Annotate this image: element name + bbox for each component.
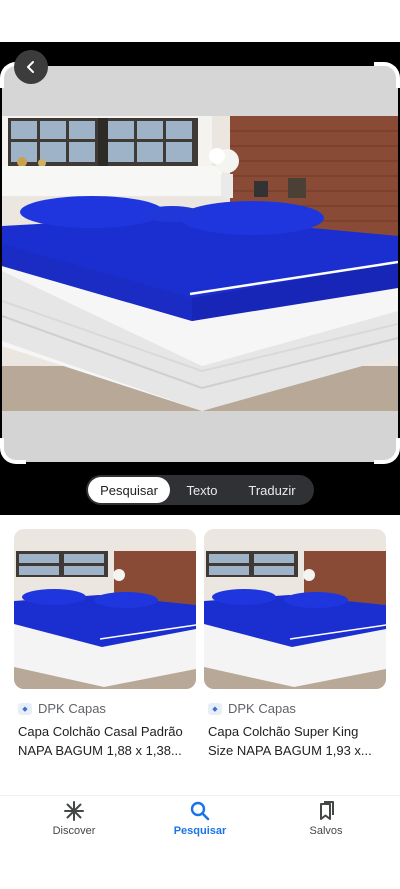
bed-photo bbox=[2, 66, 398, 462]
nav-label: Discover bbox=[52, 825, 96, 837]
bottom-navigation: Discover Pesquisar Salvos bbox=[0, 795, 400, 853]
visual-matches: ◆ DPK Capas Capa Colchão Casal Padrão NA… bbox=[0, 515, 400, 795]
result-thumbnail[interactable] bbox=[14, 529, 196, 689]
asterisk-icon bbox=[64, 801, 84, 821]
search-icon bbox=[190, 801, 210, 821]
site-favicon-icon: ◆ bbox=[208, 702, 222, 715]
source-name: DPK Capas bbox=[228, 701, 296, 716]
tab-pesquisar[interactable]: Pesquisar bbox=[88, 477, 170, 503]
mode-selector: Pesquisar Texto Traduzir bbox=[86, 475, 314, 505]
chevron-left-icon bbox=[27, 61, 34, 73]
result-source: ◆ DPK Capas bbox=[18, 701, 196, 716]
result-title[interactable]: Capa Colchão Super King Size NAPA BAGUM … bbox=[208, 722, 386, 760]
site-favicon-icon: ◆ bbox=[18, 702, 32, 715]
result-title[interactable]: Capa Colchão Casal Padrão NAPA BAGUM 1,8… bbox=[18, 722, 196, 760]
system-gesture-bar bbox=[0, 853, 400, 889]
bed-thumbnail bbox=[204, 529, 386, 689]
result-card[interactable]: ◆ DPK Capas Capa Colchão Casal Padrão NA… bbox=[14, 529, 196, 760]
result-card[interactable]: ◆ DPK Capas Capa Colchão Super King Size… bbox=[204, 529, 386, 760]
result-thumbnail[interactable] bbox=[204, 529, 386, 689]
nav-label: Salvos bbox=[309, 825, 343, 837]
bookmarks-icon bbox=[320, 801, 334, 820]
nav-salvos[interactable]: Salvos bbox=[276, 800, 376, 837]
back-button[interactable] bbox=[14, 50, 48, 84]
result-source: ◆ DPK Capas bbox=[208, 701, 386, 716]
tab-traduzir[interactable]: Traduzir bbox=[234, 477, 310, 503]
bed-thumbnail bbox=[14, 529, 196, 689]
nav-pesquisar[interactable]: Pesquisar bbox=[150, 800, 250, 837]
nav-label: Pesquisar bbox=[173, 825, 227, 837]
selected-image[interactable] bbox=[2, 66, 398, 462]
tab-texto[interactable]: Texto bbox=[170, 477, 234, 503]
nav-discover[interactable]: Discover bbox=[24, 800, 124, 837]
source-name: DPK Capas bbox=[38, 701, 106, 716]
status-bar bbox=[0, 0, 400, 42]
